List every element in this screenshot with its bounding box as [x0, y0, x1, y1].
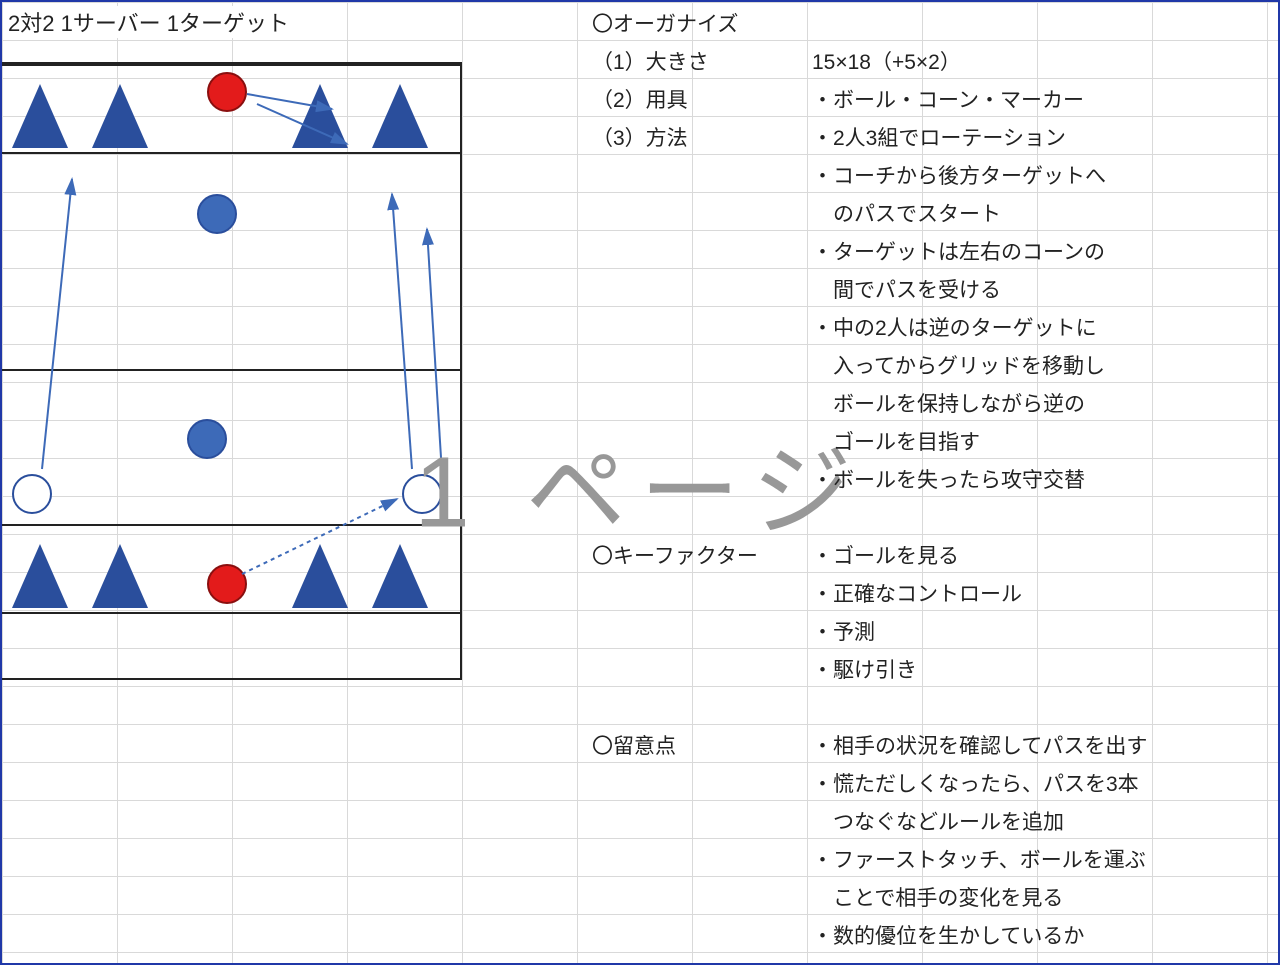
notes-line: ・ファーストタッチ、ボールを運ぶ	[812, 844, 1272, 874]
keyfactor-line: ・ゴールを見る	[812, 540, 1272, 570]
method-line: ・ターゲットは左右のコーンの	[812, 236, 1272, 266]
notes-heading: 〇留意点	[592, 730, 812, 760]
notes-line: ・慌ただしくなったら、パスを3本	[812, 768, 1272, 798]
cone-icon	[92, 84, 148, 148]
method-line: 間でパスを受ける	[812, 274, 1272, 304]
keyfactor-line: ・駆け引き	[812, 654, 1272, 684]
size-value: 15×18（+5×2）	[812, 46, 1272, 76]
ball-icon	[207, 564, 247, 604]
method-line: ゴールを目指す	[812, 426, 1272, 456]
player-empty-icon	[12, 474, 52, 514]
cone-icon	[12, 544, 68, 608]
player-blue-icon	[197, 194, 237, 234]
ball-icon	[207, 72, 247, 112]
cone-icon	[292, 544, 348, 608]
method-line: のパスでスタート	[812, 198, 1272, 228]
notes-line: つなぐなどルールを追加	[812, 806, 1272, 836]
method-label: （3）方法	[592, 122, 812, 152]
equip-label: （2）用具	[592, 84, 812, 114]
method-line: 入ってからグリッドを移動し	[812, 350, 1272, 380]
keyfactor-line: ・正確なコントロール	[812, 578, 1272, 608]
cone-icon	[92, 544, 148, 608]
keyfactor-line: ・予測	[812, 616, 1272, 646]
method-line: ・ボールを失ったら攻守交替	[812, 464, 1272, 494]
cone-icon	[292, 84, 348, 148]
page: 2対2 1サーバー 1ターゲット	[0, 0, 1280, 965]
size-label: （1）大きさ	[592, 46, 812, 76]
keyfactor-heading: 〇キーファクター	[592, 540, 812, 570]
notes-line: ことで相手の変化を見る	[812, 882, 1272, 912]
midline	[2, 369, 460, 371]
method-line: ・2人3組でローテーション	[812, 122, 1272, 152]
method-line: ・中の2人は逆のターゲットに	[812, 312, 1272, 342]
content-table: 〇オーガナイズ （1）大きさ15×18（+5×2） （2）用具・ボール・コーン・…	[592, 4, 1272, 954]
notes-line: ・数的優位を生かしているか	[812, 920, 1272, 950]
method-line: ・コーチから後方ターゲットへ	[812, 160, 1272, 190]
drill-title: 2対2 1サーバー 1ターゲット	[8, 6, 289, 38]
cone-icon	[12, 84, 68, 148]
cone-icon	[372, 544, 428, 608]
method-line: ボールを保持しながら逆の	[812, 388, 1272, 418]
drill-diagram	[2, 62, 462, 680]
player-empty-icon	[402, 474, 442, 514]
notes-line: ・相手の状況を確認してパスを出す	[812, 730, 1272, 760]
organize-heading: 〇オーガナイズ	[592, 8, 812, 38]
equip-value: ・ボール・コーン・マーカー	[812, 84, 1272, 114]
cone-icon	[372, 84, 428, 148]
player-blue-icon	[187, 419, 227, 459]
